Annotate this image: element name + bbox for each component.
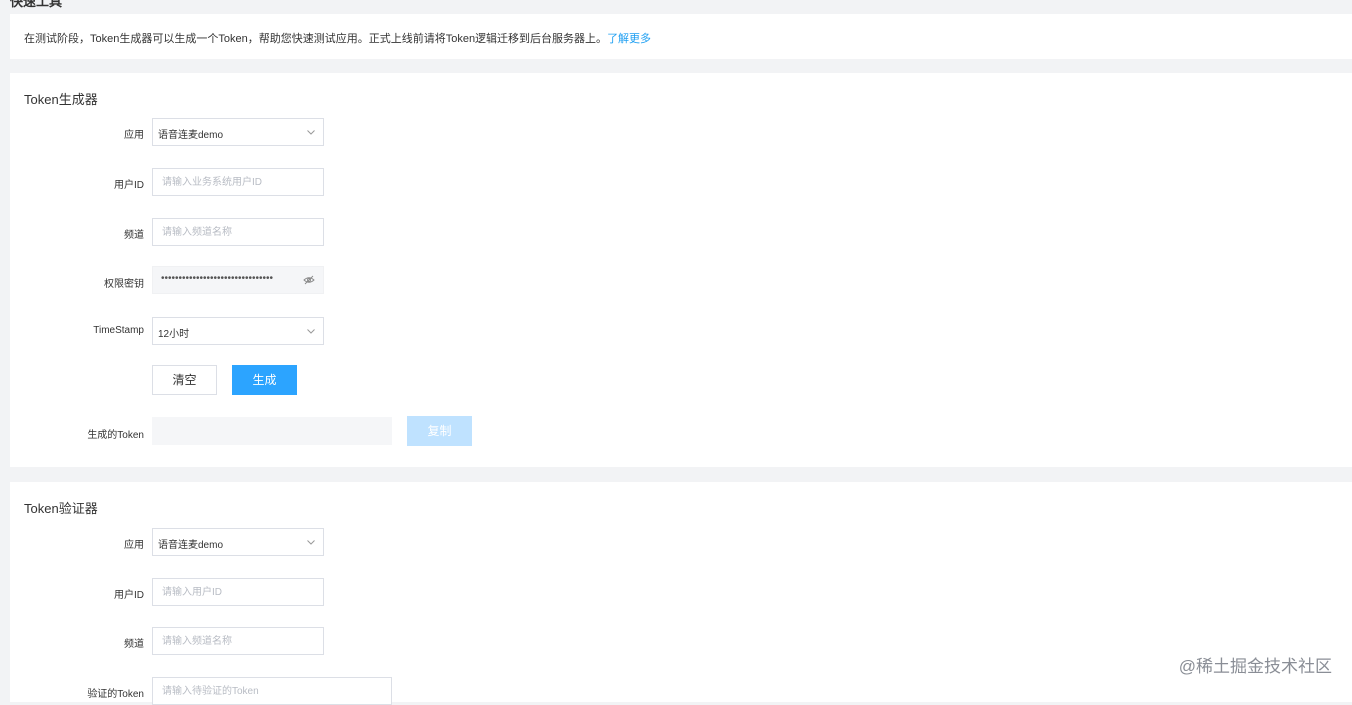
validator-userid-field[interactable] xyxy=(152,578,324,606)
generator-channel-label: 频道 xyxy=(124,230,144,241)
notice-panel: 在测试阶段，Token生成器可以生成一个Token，帮助您快速测试应用。正式上线… xyxy=(10,14,1352,59)
generator-app-select[interactable]: 语音连麦demo xyxy=(152,118,324,146)
validator-channel-field[interactable] xyxy=(152,627,324,655)
generator-secret-label: 权限密钥 xyxy=(104,279,144,290)
validator-title: Token验证器 xyxy=(24,501,98,516)
notice-text: 在测试阶段，Token生成器可以生成一个Token，帮助您快速测试应用。正式上线… xyxy=(24,30,651,46)
token-validator-card: Token验证器 应用 语音连麦demo 用户ID 频道 验证的Token xyxy=(10,482,1352,705)
token-generator-card: Token生成器 应用 语音连麦demo 用户ID 频道 权限密钥 ••••••… xyxy=(10,73,1352,467)
generator-userid-input[interactable] xyxy=(153,169,323,195)
validator-channel-input[interactable] xyxy=(153,628,323,654)
generator-channel-input[interactable] xyxy=(153,219,323,245)
generate-button[interactable]: 生成 xyxy=(232,365,297,395)
chevron-down-icon xyxy=(307,329,315,334)
validator-app-select[interactable]: 语音连麦demo xyxy=(152,528,324,556)
generator-timestamp-value: 12小时 xyxy=(158,329,190,340)
validator-channel-label: 频道 xyxy=(124,639,144,650)
notice-message: 在测试阶段，Token生成器可以生成一个Token，帮助您快速测试应用。正式上线… xyxy=(24,33,608,45)
generated-token-label: 生成的Token xyxy=(87,430,144,441)
watermark-text: @稀土掘金技术社区 xyxy=(1178,657,1332,676)
validator-app-label: 应用 xyxy=(124,540,144,551)
generator-app-label: 应用 xyxy=(124,130,144,141)
page-title: 快速工具 xyxy=(10,0,63,9)
generator-channel-field[interactable] xyxy=(152,218,324,246)
generator-timestamp-select[interactable]: 12小时 xyxy=(152,317,324,345)
generator-secret-field[interactable]: •••••••••••••••••••••••••••••••• xyxy=(152,266,324,294)
chevron-down-icon xyxy=(307,540,315,545)
validator-token-field[interactable] xyxy=(152,677,392,705)
generator-title: Token生成器 xyxy=(24,92,98,107)
eye-off-icon[interactable] xyxy=(303,275,315,285)
generator-app-value: 语音连麦demo xyxy=(158,130,224,141)
validator-token-label: 验证的Token xyxy=(87,689,144,700)
learn-more-link[interactable]: 了解更多 xyxy=(607,33,651,45)
validator-token-input[interactable] xyxy=(153,678,391,704)
generator-timestamp-label: TimeStamp xyxy=(93,325,144,336)
generator-userid-label: 用户ID xyxy=(114,180,144,191)
generator-secret-value: •••••••••••••••••••••••••••••••• xyxy=(161,273,274,284)
generator-userid-field[interactable] xyxy=(152,168,324,196)
validator-userid-input[interactable] xyxy=(153,579,323,605)
validator-userid-label: 用户ID xyxy=(114,590,144,601)
copy-button[interactable]: 复制 xyxy=(407,416,472,446)
generated-token-field[interactable] xyxy=(152,417,392,445)
clear-button[interactable]: 清空 xyxy=(152,365,217,395)
validator-app-value: 语音连麦demo xyxy=(158,540,224,551)
chevron-down-icon xyxy=(307,130,315,135)
